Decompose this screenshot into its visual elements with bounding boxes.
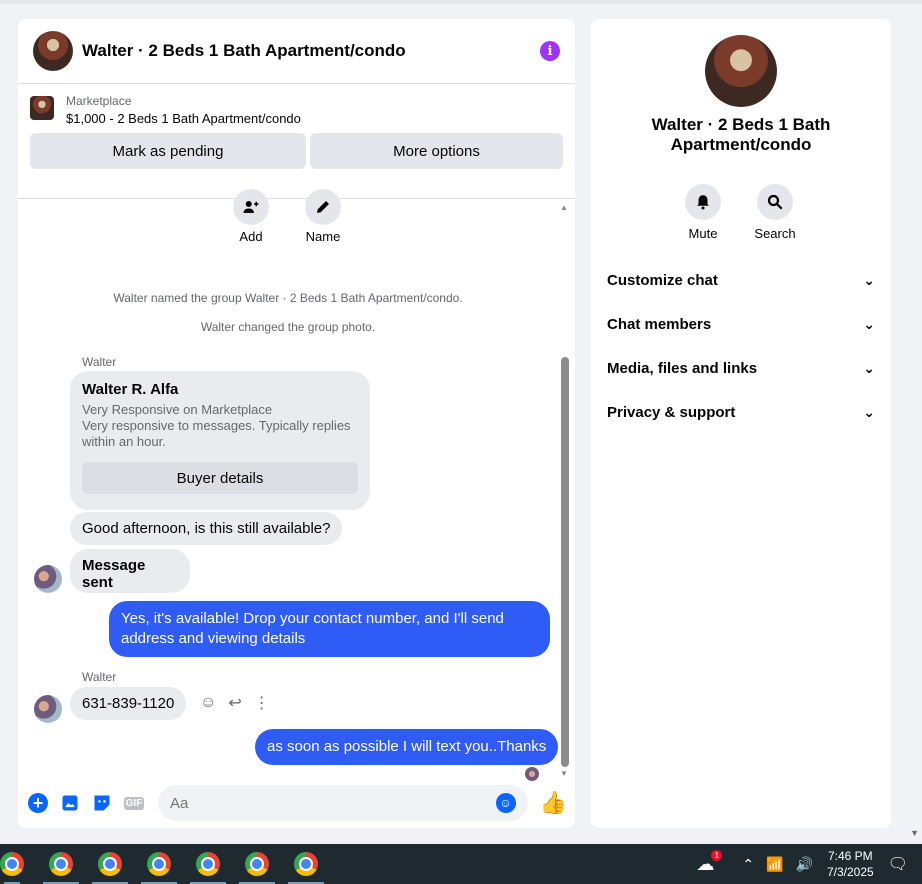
sender-name: Walter xyxy=(82,355,117,369)
chrome-icon xyxy=(294,852,318,876)
group-avatar-large[interactable] xyxy=(705,35,777,107)
notification-icon[interactable]: 🗨 xyxy=(888,854,908,874)
react-emoji-icon[interactable]: ☺ xyxy=(200,694,216,712)
date: 7/3/2025 xyxy=(826,865,874,879)
system-message: Walter named the group Walter · 2 Beds 1… xyxy=(113,291,463,305)
chevron-up-icon[interactable]: ⌃ xyxy=(742,856,754,873)
browser-top-strip xyxy=(0,0,922,4)
taskbar-chrome-app[interactable] xyxy=(0,844,24,884)
scroll-up-arrow-icon[interactable]: ▲ xyxy=(560,203,568,212)
scroll-down-arrow-icon[interactable]: ▼ xyxy=(560,769,568,778)
card-line: within an hour. xyxy=(82,434,166,449)
incoming-message[interactable]: Good afternoon, is this still available? xyxy=(70,512,343,545)
chevron-down-icon: ⌄ xyxy=(863,404,875,420)
wifi-icon[interactable]: 📶 xyxy=(766,856,783,873)
volume-icon[interactable]: 🔊 xyxy=(796,856,813,873)
mark-as-pending-button[interactable]: Mark as pending xyxy=(30,133,306,169)
sender-avatar[interactable] xyxy=(34,695,62,723)
plus-icon[interactable]: + xyxy=(26,791,50,815)
sender-name: Walter xyxy=(82,670,117,684)
listing-thumbnail xyxy=(30,96,54,120)
outgoing-message[interactable]: Yes, it's available! Drop your contact n… xyxy=(109,601,550,657)
section-chat-members[interactable]: Chat members ⌄ xyxy=(607,316,875,333)
card-line: Very responsive to messages. Typically r… xyxy=(82,418,351,433)
chevron-down-icon: ⌄ xyxy=(863,272,875,288)
pencil-icon xyxy=(305,189,341,225)
time: 7:46 PM xyxy=(827,849,873,863)
taskbar-chrome-app[interactable] xyxy=(88,844,132,884)
chat-info-sidebar: Walter · 2 Beds 1 Bath Apartment/condo M… xyxy=(591,19,891,828)
scroll-thumb[interactable] xyxy=(561,357,569,767)
marketplace-section: Marketplace $1,000 - 2 Beds 1 Bath Apart… xyxy=(18,84,575,199)
message-input-wrapper: ☺ xyxy=(158,785,528,821)
group-avatar[interactable] xyxy=(33,31,73,71)
clock[interactable]: 7:46 PM 7/3/2025 xyxy=(827,848,874,880)
marketplace-label: Marketplace xyxy=(66,94,132,108)
buyer-name: Walter R. Alfa xyxy=(82,381,179,398)
add-member-button[interactable]: Add xyxy=(233,189,269,244)
incoming-message[interactable]: 631-839-1120 xyxy=(70,687,187,720)
sticker-icon[interactable] xyxy=(90,791,114,815)
buyer-profile-card: Walter R. Alfa Very Responsive on Market… xyxy=(70,371,370,510)
name-label: Name xyxy=(305,229,341,244)
card-line: Very Responsive on Marketplace xyxy=(82,402,273,417)
emoji-icon[interactable]: ☺ xyxy=(495,793,516,813)
chevron-down-icon: ⌄ xyxy=(863,360,875,376)
message-list: Add Name Walter named the group Walter ·… xyxy=(18,189,575,781)
taskbar-chrome-app[interactable] xyxy=(137,844,181,884)
section-customize-chat[interactable]: Customize chat ⌄ xyxy=(607,272,875,289)
system-tray: ☁ 1 ⌃ 📶 🔊 7:46 PM 7/3/2025 🗨 xyxy=(696,844,922,884)
search-button[interactable]: Search xyxy=(754,184,796,241)
taskbar-chrome-app[interactable] xyxy=(186,844,230,884)
mute-label: Mute xyxy=(688,226,718,241)
search-icon xyxy=(757,184,793,220)
chrome-icon xyxy=(196,852,220,876)
page-scroll-down-icon[interactable]: ▼ xyxy=(910,828,919,838)
chevron-down-icon: ⌄ xyxy=(863,316,875,332)
composer: + GIF ☺ 👍 xyxy=(18,778,575,828)
more-options-button[interactable]: More options xyxy=(310,133,563,169)
message-input[interactable] xyxy=(170,794,496,812)
chat-panel: Walter · 2 Beds 1 Bath Apartment/condo i… xyxy=(18,19,575,828)
system-message: Walter changed the group photo. xyxy=(200,320,376,334)
chrome-icon xyxy=(98,852,122,876)
taskbar-chrome-app[interactable] xyxy=(235,844,279,884)
taskbar-chrome-app[interactable] xyxy=(284,844,328,884)
listing-price: $1,000 - 2 Beds 1 Bath Apartment/condo xyxy=(66,111,301,126)
search-label: Search xyxy=(754,226,796,241)
sidebar-title: Walter · 2 Beds 1 Bath Apartment/condo xyxy=(651,115,831,154)
add-person-icon xyxy=(233,189,269,225)
mute-button[interactable]: Mute xyxy=(685,184,721,241)
bell-icon xyxy=(685,184,721,220)
more-vertical-icon[interactable]: ⋮ xyxy=(254,693,270,713)
chrome-icon xyxy=(147,852,171,876)
windows-taskbar: ☁ 1 ⌃ 📶 🔊 7:46 PM 7/3/2025 🗨 xyxy=(0,844,922,884)
thumbs-up-icon[interactable]: 👍 xyxy=(540,790,567,816)
chat-header: Walter · 2 Beds 1 Bath Apartment/condo i xyxy=(18,19,575,84)
scrollbar[interactable]: ▲ ▼ xyxy=(560,199,569,779)
chrome-icon xyxy=(0,852,24,876)
reply-icon[interactable]: ↩ xyxy=(228,693,241,713)
incoming-message[interactable]: Message sent xyxy=(70,549,190,593)
section-media-files-links[interactable]: Media, files and links ⌄ xyxy=(607,360,875,377)
chat-title[interactable]: Walter · 2 Beds 1 Bath Apartment/condo xyxy=(82,41,540,61)
outgoing-message[interactable]: as soon as possible I will text you..Tha… xyxy=(255,729,559,765)
weather-icon[interactable]: ☁ 1 xyxy=(696,849,723,875)
chrome-icon xyxy=(49,852,73,876)
info-icon[interactable]: i xyxy=(540,41,560,61)
photo-icon[interactable] xyxy=(58,791,82,815)
section-privacy-support[interactable]: Privacy & support ⌄ xyxy=(607,404,875,421)
chrome-icon xyxy=(245,852,269,876)
taskbar-chrome-app[interactable] xyxy=(39,844,83,884)
gif-icon[interactable]: GIF xyxy=(122,791,146,815)
sender-avatar[interactable] xyxy=(34,565,62,593)
marketplace-listing[interactable]: Marketplace $1,000 - 2 Beds 1 Bath Apart… xyxy=(30,94,563,126)
buyer-details-button[interactable]: Buyer details xyxy=(82,462,358,494)
add-label: Add xyxy=(239,229,263,244)
name-group-button[interactable]: Name xyxy=(305,189,341,244)
